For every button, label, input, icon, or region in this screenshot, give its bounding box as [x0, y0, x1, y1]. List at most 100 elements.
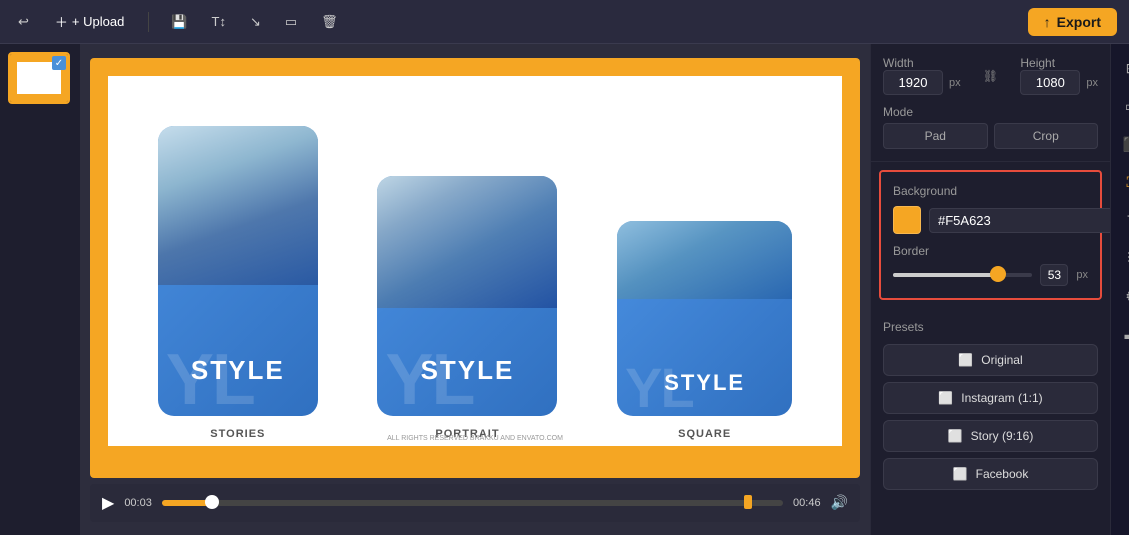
text-tool-button[interactable]: T [1116, 204, 1129, 236]
width-input-group: px [883, 70, 961, 95]
height-group: Height px [1020, 56, 1098, 95]
canvas-content: YL STYLE STORIES YL STYLE PORTRAIT [108, 76, 842, 446]
presets-label: Presets [883, 320, 1098, 334]
thumbnail-item[interactable]: ✓ [8, 52, 70, 104]
story-icon: ⬜ [948, 429, 963, 443]
photo-inner [158, 126, 318, 286]
original-icon: ⬜ [958, 353, 973, 367]
layer-tool-button[interactable]: ▭ [1116, 90, 1129, 122]
thumbnail-panel: ✓ [0, 44, 80, 535]
toolbar: ↩ ＋ + Upload 💾 T↕ ↘ ▭ 🗑 ↑ Export [0, 0, 1129, 44]
timeline-end-marker [744, 495, 752, 509]
mode-label: Mode [883, 105, 1098, 119]
preset-story[interactable]: ⬜ Story (9:16) [883, 420, 1098, 452]
canvas-frame: YL STYLE STORIES YL STYLE PORTRAIT [90, 58, 860, 478]
grid-icon: ⊞ [1126, 60, 1129, 77]
height-px: px [1086, 77, 1098, 89]
dimensions-section: Width px ⛓ Height px [871, 44, 1110, 162]
delete-button[interactable]: 🗑 [315, 10, 344, 34]
slider-track[interactable] [893, 273, 1032, 277]
photo-inner-portrait [377, 176, 557, 308]
width-group: Width px [883, 56, 961, 95]
width-label: Width [883, 56, 961, 70]
background-section: Background Border 53 px [879, 170, 1102, 300]
width-input[interactable] [883, 70, 943, 95]
save-button[interactable]: 💾 [165, 10, 193, 34]
canvas-area: YL STYLE STORIES YL STYLE PORTRAIT [80, 44, 870, 535]
pad-button[interactable]: Pad [883, 123, 988, 149]
stories-title: STYLE [158, 355, 318, 386]
grid-tool-button[interactable]: ⊞ [1116, 52, 1129, 84]
current-time: 00:03 [124, 497, 152, 509]
border-value: 53 [1040, 264, 1068, 286]
crop-button[interactable]: Crop [994, 123, 1099, 149]
portrait-card: YL STYLE [377, 176, 557, 416]
upload-button[interactable]: ＋ + Upload [47, 8, 132, 35]
preset-original[interactable]: ⬜ Original [883, 344, 1098, 376]
trash-icon: 🗑 [321, 14, 338, 30]
end-time: 00:46 [793, 497, 821, 509]
border-label: Border [893, 244, 1088, 258]
slider-fill [893, 273, 998, 277]
media-icon: ▬ [1125, 326, 1129, 342]
main-area: ✓ YL STYLE STORIES [0, 44, 1129, 535]
square-title: STYLE [617, 370, 792, 396]
settings-tool-button[interactable]: ⚙ [1116, 280, 1129, 312]
text-icon: T↕ [212, 14, 226, 29]
mode-group: Mode Pad Crop [883, 105, 1098, 149]
facebook-icon: ⬜ [953, 467, 968, 481]
right-content: Width px ⛓ Height px [870, 44, 1129, 535]
right-tools: ⊞ ▭ ⬛ ⛶ T ⠿ ⚙ ▬ [1110, 44, 1129, 535]
height-input[interactable] [1020, 70, 1080, 95]
copyright: ALL RIGHTS RESERVED BRAKKU AND ENVATO.CO… [108, 435, 842, 442]
dimensions-row: Width px ⛓ Height px [883, 56, 1098, 95]
rect-button[interactable]: ▭ [279, 10, 303, 34]
crop-tool-icon: ⬛ [1123, 136, 1129, 153]
right-panel: Width px ⛓ Height px [870, 44, 1110, 535]
arrow-button[interactable]: ↘ [244, 10, 267, 34]
export-button[interactable]: ↑ Export [1028, 8, 1117, 36]
presets-section: Presets ⬜ Original ⬜ Instagram (1:1) ⬜ S… [871, 308, 1110, 508]
background-label: Background [893, 184, 1088, 198]
color-swatch[interactable] [893, 206, 921, 234]
height-input-group: px [1020, 70, 1098, 95]
volume-icon[interactable]: 🔊 [831, 494, 848, 511]
thumb-check: ✓ [52, 56, 66, 70]
layer-icon: ▭ [1125, 98, 1129, 115]
slider-thumb[interactable] [990, 266, 1006, 282]
elements-tool-button[interactable]: ⠿ [1116, 242, 1129, 274]
play-button[interactable]: ▶ [102, 493, 114, 513]
portrait-title: STYLE [377, 355, 557, 386]
preset-facebook[interactable]: ⬜ Facebook [883, 458, 1098, 490]
arrow-icon: ↘ [250, 14, 261, 30]
width-px: px [949, 77, 961, 89]
undo-button[interactable]: ↩ [12, 10, 35, 34]
undo-icon: ↩ [18, 14, 29, 30]
text-button[interactable]: T↕ [206, 10, 232, 33]
timeline-track[interactable] [162, 500, 783, 506]
square-card: YL STYLE [617, 221, 792, 416]
color-input[interactable] [929, 208, 1110, 233]
border-px: px [1076, 269, 1088, 281]
photo-inner-square [617, 221, 792, 299]
card-photo-stories [158, 126, 318, 286]
height-label: Height [1020, 56, 1098, 70]
crop-tool-button[interactable]: ⬛ [1116, 128, 1129, 160]
instagram-icon: ⬜ [938, 391, 953, 405]
timeline: ▶ 00:03 00:46 🔊 [90, 484, 860, 522]
slider-row: 53 px [893, 264, 1088, 286]
timeline-thumb[interactable] [205, 495, 219, 509]
export-icon: ↑ [1044, 14, 1051, 30]
frame-tool-button[interactable]: ⛶ [1116, 166, 1129, 198]
border-row: Border 53 px [893, 244, 1088, 286]
save-icon: 💾 [171, 14, 187, 30]
media-tool-button[interactable]: ▬ [1116, 318, 1129, 350]
preset-instagram[interactable]: ⬜ Instagram (1:1) [883, 382, 1098, 414]
link-icon: ⛓ [983, 69, 998, 83]
stories-card: YL STYLE [158, 126, 318, 416]
upload-icon: ＋ [55, 12, 68, 31]
sliders-icon: ⚙ [1125, 288, 1129, 305]
divider [148, 12, 149, 32]
card-photo-square [617, 221, 792, 299]
rect-icon: ▭ [285, 14, 297, 30]
